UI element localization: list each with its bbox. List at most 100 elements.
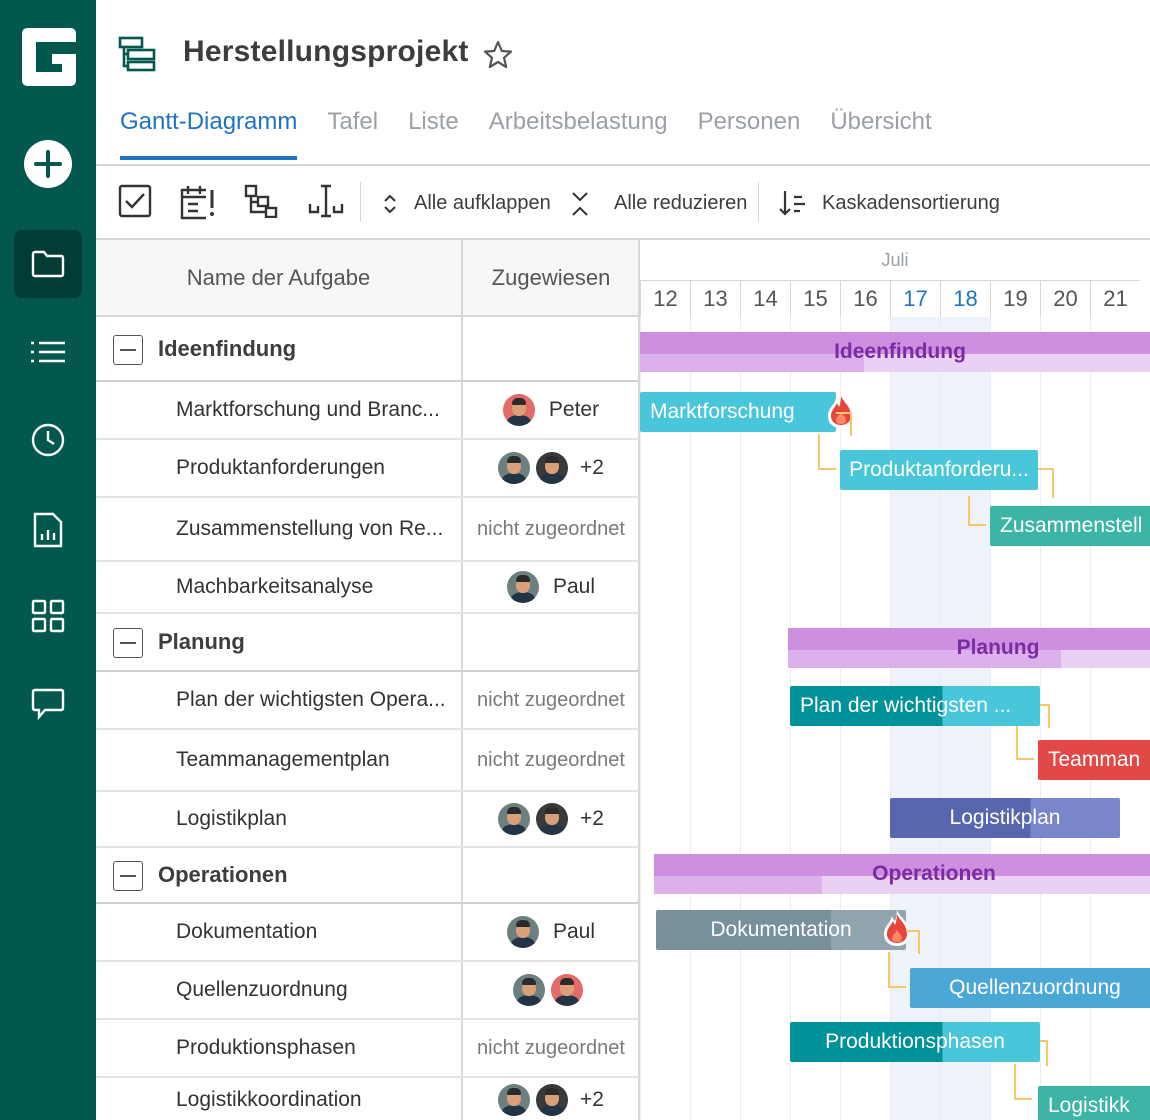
- avatar-body: [540, 1105, 565, 1116]
- group-bar-ideenfindung[interactable]: Ideenfindung: [640, 332, 1150, 372]
- bar-teammanagement[interactable]: Teamman: [1038, 740, 1150, 780]
- group-bar-planung[interactable]: Planung: [788, 628, 1150, 668]
- group-row[interactable]: Ideenfindung: [96, 318, 639, 382]
- group-bar-operationen[interactable]: Operationen: [654, 854, 1150, 894]
- day-header[interactable]: 17: [890, 280, 940, 317]
- task-row[interactable]: Dokumentation Paul: [96, 904, 639, 962]
- project-title: Herstellungsprojekt: [183, 35, 469, 68]
- assignee-cell[interactable]: nicht zugeordnet: [463, 1020, 639, 1076]
- assignee-cell[interactable]: +2: [463, 1078, 639, 1120]
- collapse-icon[interactable]: [570, 190, 590, 223]
- avatar[interactable]: [506, 916, 539, 948]
- tab-people[interactable]: Personen: [698, 108, 801, 160]
- collapse-toggle-icon[interactable]: [113, 861, 143, 891]
- assignee-cell[interactable]: Peter: [463, 382, 639, 438]
- assignee-more-count: +2: [580, 1088, 604, 1111]
- calendar-alert-icon[interactable]: [180, 184, 216, 225]
- task-row[interactable]: Produktionsphasen nicht zugeordnet: [96, 1020, 639, 1078]
- day-header[interactable]: 14: [740, 280, 790, 317]
- add-icon[interactable]: [22, 138, 74, 190]
- task-row[interactable]: Quellenzuordnung: [96, 962, 639, 1020]
- avatar[interactable]: [498, 452, 531, 484]
- task-row[interactable]: Logistikplan +2: [96, 792, 639, 848]
- bar-quellenzuordnung[interactable]: Quellenzuordnung: [910, 968, 1150, 1008]
- avatar[interactable]: [498, 1084, 531, 1116]
- list-icon[interactable]: [22, 326, 74, 378]
- assignee-cell[interactable]: nicht zugeordnet: [463, 672, 639, 728]
- task-row[interactable]: Zusammenstellung von Re... nicht zugeordn…: [96, 498, 639, 562]
- day-header[interactable]: 21: [1090, 280, 1140, 317]
- collapse-toggle-icon[interactable]: [113, 628, 143, 658]
- bar-plan-operationen[interactable]: Plan der wichtigsten ...: [790, 686, 1040, 726]
- tab-board[interactable]: Tafel: [327, 108, 378, 160]
- group-row[interactable]: Operationen: [96, 848, 639, 904]
- group-bar-label: Planung: [956, 636, 1040, 659]
- avatar[interactable]: [536, 452, 569, 484]
- report-icon[interactable]: [22, 504, 74, 556]
- day-header[interactable]: 13: [690, 280, 740, 317]
- dependency-line: [1014, 1064, 1032, 1100]
- collapse-all-button[interactable]: Alle reduzieren: [614, 192, 747, 215]
- assignee-cell[interactable]: nicht zugeordnet: [463, 730, 639, 790]
- avatar[interactable]: [498, 803, 531, 835]
- dependency-line: [968, 496, 986, 526]
- folder-icon[interactable]: [14, 230, 82, 298]
- day-header[interactable]: 20: [1040, 280, 1090, 317]
- assignee-cell[interactable]: +2: [463, 440, 639, 496]
- tab-list[interactable]: Liste: [408, 108, 459, 160]
- bar-zusammenstellung[interactable]: Zusammenstell: [990, 506, 1150, 546]
- sort-icon[interactable]: [778, 188, 808, 223]
- day-header[interactable]: 12: [640, 280, 690, 317]
- bar-produktionsphasen[interactable]: Produktionsphasen: [790, 1022, 1040, 1062]
- task-row[interactable]: Produktanforderungen +2: [96, 440, 639, 498]
- avatar[interactable]: [513, 974, 545, 1006]
- assignee-cell[interactable]: +2: [463, 792, 639, 846]
- tab-gantt[interactable]: Gantt-Diagramm: [120, 108, 298, 160]
- avatar-hair: [545, 1088, 560, 1095]
- task-row[interactable]: Plan der wichtigsten Opera... nicht zugeo…: [96, 672, 639, 730]
- task-row[interactable]: Machbarkeitsanalyse Paul: [96, 562, 639, 614]
- bar-marktforschung[interactable]: Marktforschung: [640, 392, 836, 432]
- baseline-icon[interactable]: [308, 184, 344, 223]
- hierarchy-icon[interactable]: [244, 184, 278, 223]
- checkbox-icon[interactable]: [118, 184, 152, 223]
- avatar[interactable]: [551, 974, 583, 1006]
- task-row[interactable]: Logistikkoordination +2: [96, 1078, 639, 1120]
- apps-icon[interactable]: [22, 590, 74, 642]
- day-header[interactable]: 16: [840, 280, 890, 317]
- day-header[interactable]: 15: [790, 280, 840, 317]
- tab-overview[interactable]: Übersicht: [830, 108, 931, 160]
- task-row[interactable]: Marktforschung und Branc... Peter: [96, 382, 639, 440]
- task-row[interactable]: Teammanagementplan nicht zugeordnet: [96, 730, 639, 792]
- assignee-cell[interactable]: Paul: [463, 904, 639, 960]
- collapse-toggle-icon[interactable]: [113, 335, 143, 365]
- avatar[interactable]: [536, 1084, 569, 1116]
- avatar-hair: [545, 807, 560, 814]
- app-logo-icon[interactable]: [22, 28, 76, 86]
- avatar[interactable]: [506, 571, 539, 603]
- column-header-name[interactable]: Name der Aufgabe: [96, 240, 461, 317]
- avatar-body: [517, 995, 541, 1006]
- bar-dokumentation[interactable]: Dokumentation: [656, 910, 906, 950]
- day-header[interactable]: 19: [990, 280, 1040, 317]
- expand-icon[interactable]: [380, 193, 400, 220]
- star-icon[interactable]: [483, 40, 513, 75]
- tab-workload[interactable]: Arbeitsbelastung: [489, 108, 668, 160]
- avatar-hair: [545, 456, 560, 463]
- cascade-sort-button[interactable]: Kaskadensortierung: [822, 192, 1000, 215]
- chat-icon[interactable]: [22, 678, 74, 730]
- group-row[interactable]: Planung: [96, 614, 639, 672]
- assignee-cell[interactable]: Paul: [463, 562, 639, 612]
- bar-logistikplan[interactable]: Logistikplan: [890, 798, 1120, 838]
- column-header-assigned[interactable]: Zugewiesen: [461, 240, 639, 317]
- task-name: Ideenfindung: [158, 336, 297, 361]
- avatar[interactable]: [536, 803, 569, 835]
- avatar[interactable]: [502, 394, 535, 426]
- bar-logistikkoordination[interactable]: Logistikk: [1038, 1086, 1150, 1120]
- assignee-cell[interactable]: nicht zugeordnet: [463, 498, 639, 560]
- expand-all-button[interactable]: Alle aufklappen: [414, 192, 551, 215]
- clock-icon[interactable]: [22, 414, 74, 466]
- assignee-cell[interactable]: [463, 962, 639, 1018]
- day-header[interactable]: 18: [940, 280, 990, 317]
- bar-produktanforderungen[interactable]: Produktanforderu...: [840, 450, 1038, 490]
